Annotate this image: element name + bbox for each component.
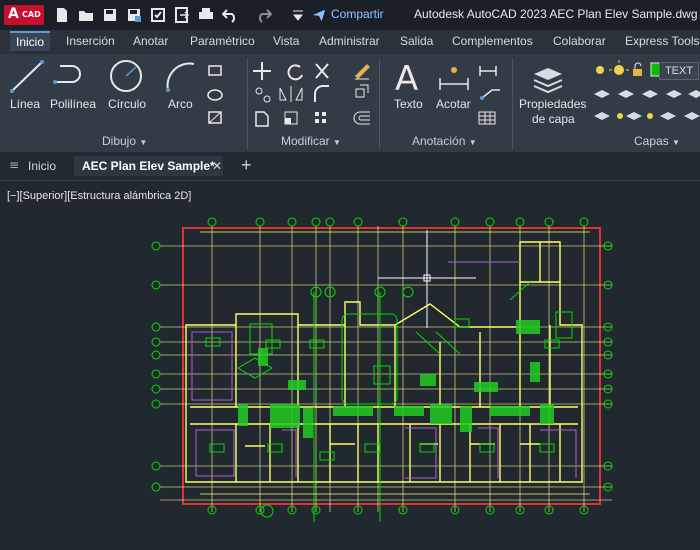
chevron-down-icon: ▼ [333,138,341,147]
structural-elements [238,320,554,438]
table-icon[interactable] [478,111,496,125]
modify-panel-title[interactable]: Modificar ▼ [281,134,341,148]
layer-name-dropdown[interactable]: TEXT [659,62,699,80]
tab-parametrico[interactable]: Paramétrico [190,34,255,48]
layer-on-icon[interactable] [596,66,604,74]
hatch-icon[interactable] [207,89,223,101]
tab-active-drawing[interactable]: AEC Plan Elev Sample* [74,156,223,176]
share-button[interactable]: Compartir [331,7,384,21]
redo-icon[interactable] [256,7,272,23]
chevron-down-icon: ▼ [672,138,680,147]
trim-icon[interactable] [315,63,329,79]
edit-pencil-icon[interactable] [355,64,370,80]
layers-panel-title[interactable]: Capas ▼ [634,134,680,148]
tab-insercion[interactable]: Inserción [66,34,115,48]
open-folder-icon[interactable] [78,7,94,23]
dimension-tool-label[interactable]: Acotar [436,97,471,111]
array-icon[interactable] [315,112,326,123]
3d-box-icon[interactable] [355,84,369,98]
copy-icon[interactable] [255,87,271,103]
window-title: Autodesk AutoCAD 2023 AEC Plan Elev Samp… [414,7,698,21]
grid-lines [160,226,612,512]
crosshair-cursor [378,230,476,328]
tab-anotar[interactable]: Anotar [133,34,168,48]
text-tool-label[interactable]: Texto [394,97,423,111]
share-icon[interactable] [312,7,326,23]
tab-administrar[interactable]: Administrar [319,34,380,48]
layer-properties-label-1[interactable]: Propiedades [519,97,586,111]
drawing-canvas[interactable] [0,182,700,550]
fillet-icon[interactable] [314,85,329,102]
leader-icon[interactable] [480,89,500,100]
layer-properties-icon[interactable] [533,68,563,94]
arc-icon[interactable] [166,62,195,92]
tab-menu-icon[interactable]: ≡ [9,158,19,172]
chevron-down-icon: ▼ [139,138,148,147]
polyline-tool-label[interactable]: Polilínea [50,97,96,111]
boundary-icon[interactable] [208,111,222,124]
layer-thaw-icon[interactable] [609,60,629,75]
room-tags [205,281,573,522]
text-icon[interactable]: A [395,59,418,99]
draw-panel-title[interactable]: Dibujo ▼ [102,134,147,148]
document-tab-bar: ≡ Inicio AEC Plan Elev Sample* ✕ + [0,152,700,181]
offset-icon[interactable] [353,111,370,125]
tab-inicio[interactable]: Inicio [10,31,51,51]
tab-vista[interactable]: Vista [273,34,299,48]
arc-tool-label[interactable]: Arco [168,97,193,111]
tab-express-tools[interactable]: Express Tools [625,34,699,48]
close-tab-icon[interactable]: ✕ [212,159,222,173]
circle-tool-label[interactable]: Círculo [108,97,146,111]
circle-icon[interactable] [110,60,142,92]
line-tool-label[interactable]: Línea [10,97,40,111]
line-icon[interactable] [10,60,44,93]
export-icon[interactable] [174,7,190,23]
tab-colaborar[interactable]: Colaborar [553,34,606,48]
grid-bubbles [151,217,613,518]
ribbon-tab-bar: Inicio Inserción Anotar Paramétrico Vist… [0,30,700,54]
annotation-panel-title[interactable]: Anotación ▼ [412,134,477,148]
layer-properties-label-2[interactable]: de capa [532,112,575,126]
title-bar: A CAD Compartir Autodesk AutoCAD 2023 AE… [0,0,700,30]
stretch-icon[interactable] [255,111,269,127]
undo-icon[interactable] [222,7,238,23]
new-file-icon[interactable] [54,7,70,23]
save-icon[interactable] [102,7,118,23]
polyline-icon[interactable] [53,65,81,84]
new-tab-button[interactable]: + [241,155,252,176]
linear-dim-icon[interactable] [479,66,497,76]
mirror-icon[interactable] [279,86,303,102]
tab-start[interactable]: Inicio [28,159,56,173]
tab-salida[interactable]: Salida [400,34,433,48]
autocad-logo[interactable]: A CAD [4,5,44,25]
move-icon[interactable] [253,62,271,80]
plot-icon[interactable] [198,7,214,23]
svg-text:A: A [395,59,418,99]
scale-icon[interactable] [284,111,298,125]
save-web-icon[interactable] [150,7,166,23]
save-as-icon[interactable] [126,7,142,23]
layer-tools-icons[interactable] [594,90,700,120]
dimension-icon[interactable] [439,67,469,90]
rotate-icon[interactable] [287,64,303,81]
chevron-down-icon: ▼ [468,138,477,147]
customize-quick-access-icon[interactable] [290,7,306,23]
rectangle-icon[interactable] [208,65,222,76]
tab-complementos[interactable]: Complementos [452,34,533,48]
layer-lock-icon[interactable] [633,62,642,76]
